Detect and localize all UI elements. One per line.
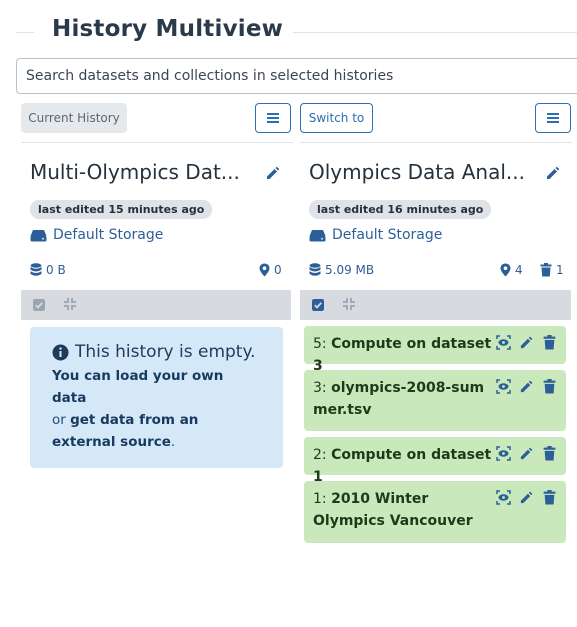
- last-edited-badge: last edited 16 minutes ago: [309, 200, 492, 219]
- dataset-item[interactable]: 5: Compute on dataset 3: [304, 326, 566, 374]
- compress-icon[interactable]: [343, 298, 355, 310]
- search-input[interactable]: [16, 58, 577, 94]
- storage-link[interactable]: Default Storage: [30, 227, 163, 243]
- switch-to-button[interactable]: Switch to: [300, 103, 373, 133]
- title-rule-left: [16, 32, 34, 33]
- panel-divider: [300, 142, 572, 143]
- eye-icon[interactable]: [496, 490, 511, 505]
- database-icon: [309, 263, 321, 276]
- pencil-icon[interactable]: [519, 446, 534, 461]
- pencil-icon[interactable]: [265, 165, 281, 181]
- dataset-item[interactable]: 2: Compute on dataset 1: [304, 437, 566, 485]
- storage-label: Default Storage: [332, 227, 443, 243]
- empty-title-text: This history is empty.: [75, 342, 256, 362]
- eye-icon[interactable]: [496, 446, 511, 461]
- trash-icon[interactable]: [542, 446, 557, 461]
- title-rule-right: [262, 32, 577, 33]
- history-options-button[interactable]: [535, 103, 571, 133]
- dataset-actions: [496, 379, 557, 394]
- trash-icon[interactable]: [542, 379, 557, 394]
- pencil-icon[interactable]: [519, 379, 534, 394]
- deleted-count-stat[interactable]: 1: [540, 263, 564, 277]
- pencil-icon[interactable]: [519, 335, 534, 350]
- dataset-name[interactable]: Compute on dataset 1: [313, 447, 491, 485]
- panel-divider: [21, 142, 293, 143]
- dataset-hid: 2:: [313, 447, 327, 463]
- size-stat[interactable]: 5.09 MB: [309, 263, 374, 277]
- select-all-checkbox[interactable]: [312, 299, 324, 311]
- dataset-name[interactable]: Compute on dataset 3: [313, 336, 491, 374]
- period-text: .: [170, 434, 176, 450]
- dataset-item[interactable]: 3: olympics-2008-summer.tsv: [304, 370, 566, 431]
- last-edited-badge: last edited 15 minutes ago: [30, 200, 213, 219]
- empty-title: This history is empty.: [52, 341, 261, 363]
- current-history-button[interactable]: Current History: [21, 103, 127, 133]
- dataset-actions: [496, 335, 557, 350]
- history-name[interactable]: Multi-Olympics Dat...: [30, 160, 240, 184]
- dataset-name[interactable]: olympics-2008-summer.tsv: [313, 380, 484, 418]
- map-marker-icon: [500, 263, 511, 277]
- dataset-actions: [496, 446, 557, 461]
- size-value: 0 B: [46, 263, 66, 277]
- dataset-name[interactable]: 2010 Winter Olympics Vancouver: [313, 491, 473, 529]
- shown-count-stat[interactable]: 4: [500, 263, 523, 277]
- database-icon: [30, 263, 42, 276]
- size-value: 5.09 MB: [325, 263, 375, 277]
- shown-count: 0: [274, 263, 282, 277]
- pencil-icon[interactable]: [545, 165, 561, 181]
- shown-count: 4: [515, 263, 523, 277]
- load-data-link[interactable]: You can load your own data: [52, 368, 223, 406]
- history-toolbar: [21, 290, 291, 320]
- storage-link[interactable]: Default Storage: [309, 227, 442, 243]
- trash-icon[interactable]: [542, 490, 557, 505]
- compress-icon[interactable]: [64, 298, 76, 310]
- page-title: History Multiview: [42, 16, 294, 42]
- external-data-link[interactable]: get data from an external source: [52, 412, 198, 450]
- or-text: or: [52, 412, 66, 428]
- dataset-item[interactable]: 1: 2010 Winter Olympics Vancouver: [304, 481, 566, 543]
- history-options-button[interactable]: [255, 103, 291, 133]
- hdd-icon: [309, 229, 326, 241]
- deleted-count: 1: [556, 263, 564, 277]
- size-stat[interactable]: 0 B: [30, 263, 66, 277]
- page-header: History Multiview: [16, 14, 577, 50]
- info-circle-icon: [52, 344, 69, 360]
- dataset-actions: [496, 490, 557, 505]
- dataset-hid: 1:: [313, 491, 327, 507]
- hdd-icon: [30, 229, 47, 241]
- select-all-checkbox[interactable]: [33, 299, 45, 311]
- shown-count-stat[interactable]: 0: [259, 263, 282, 277]
- eye-icon[interactable]: [496, 379, 511, 394]
- storage-label: Default Storage: [53, 227, 164, 243]
- trash-icon[interactable]: [542, 335, 557, 350]
- eye-icon[interactable]: [496, 335, 511, 350]
- pencil-icon[interactable]: [519, 490, 534, 505]
- trash-icon: [540, 263, 552, 277]
- list-icon: [547, 113, 559, 123]
- history-name[interactable]: Olympics Data Anal...: [309, 160, 525, 184]
- empty-history-message: This history is empty. You can load your…: [30, 327, 283, 468]
- history-toolbar: [300, 290, 571, 320]
- list-icon: [267, 113, 279, 123]
- dataset-hid: 3:: [313, 380, 327, 396]
- dataset-hid: 5:: [313, 336, 327, 352]
- map-marker-icon: [259, 263, 270, 277]
